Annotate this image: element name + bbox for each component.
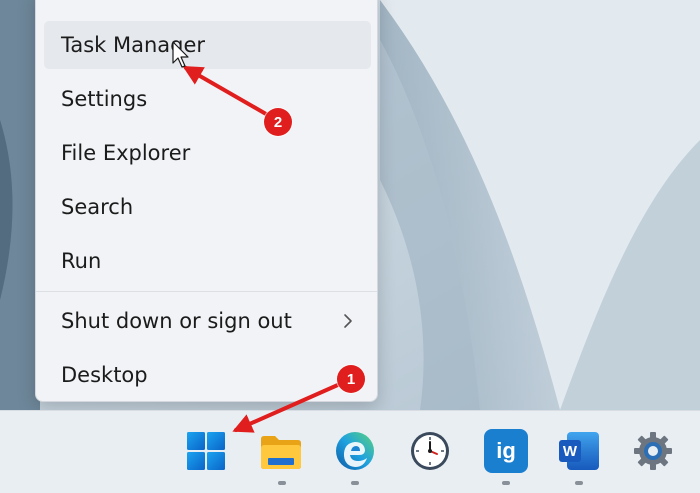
ig-app-icon[interactable]: ig xyxy=(484,429,528,473)
menu-item-label: File Explorer xyxy=(61,141,191,165)
menu-item-label: Run xyxy=(61,249,102,273)
running-indicator xyxy=(351,481,359,485)
chevron-right-icon xyxy=(344,314,352,328)
running-indicator xyxy=(502,481,510,485)
ig-app-label: ig xyxy=(496,438,516,463)
menu-item-settings[interactable]: Settings xyxy=(44,75,371,123)
word-letter-tile: W xyxy=(559,440,581,462)
clock-icon[interactable] xyxy=(408,429,452,473)
step-badge-1: 1 xyxy=(337,365,365,393)
menu-item-label: Shut down or sign out xyxy=(61,309,292,333)
menu-item-task-manager[interactable]: Task Manager xyxy=(44,21,371,69)
edge-browser-icon[interactable] xyxy=(333,429,377,473)
mouse-pointer-icon xyxy=(172,41,189,68)
start-windows-icon[interactable] xyxy=(184,429,228,473)
word-letter: W xyxy=(562,442,578,460)
menu-item-run[interactable]: Run xyxy=(44,237,371,285)
winx-context-menu: Task Manager Settings File Explorer Sear… xyxy=(35,0,378,402)
menu-item-desktop[interactable]: Desktop xyxy=(44,351,371,399)
menu-item-label: Settings xyxy=(61,87,148,111)
running-indicator xyxy=(278,481,286,485)
menu-item-label: Desktop xyxy=(61,363,148,387)
running-indicator xyxy=(575,481,583,485)
menu-item-label: Search xyxy=(61,195,134,219)
word-icon[interactable]: W xyxy=(557,429,601,473)
menu-item-search[interactable]: Search xyxy=(44,183,371,231)
menu-separator xyxy=(36,291,377,292)
menu-item-shut-down-or-sign-out[interactable]: Shut down or sign out xyxy=(44,297,371,345)
menu-item-file-explorer[interactable]: File Explorer xyxy=(44,129,371,177)
step-badge-2: 2 xyxy=(264,108,292,136)
taskbar: ig W xyxy=(0,410,700,493)
file-explorer-icon[interactable] xyxy=(259,429,303,473)
settings-gear-icon[interactable] xyxy=(631,429,675,473)
